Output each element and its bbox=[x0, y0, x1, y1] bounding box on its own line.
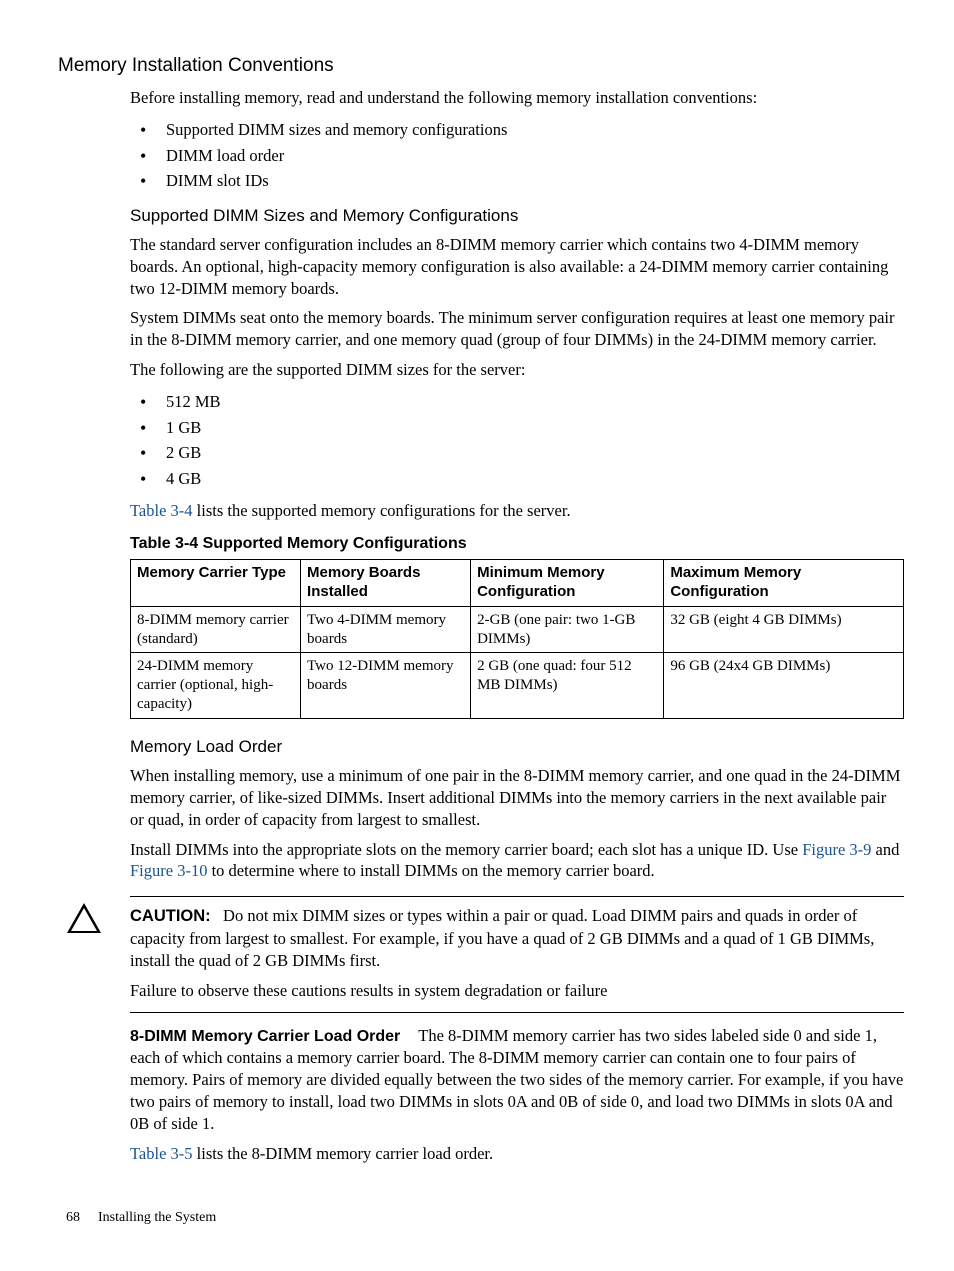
cell: 8-DIMM memory carrier (standard) bbox=[131, 606, 301, 653]
col-header: Minimum Memory Configuration bbox=[471, 560, 664, 607]
intro-bullet-list: Supported DIMM sizes and memory configur… bbox=[130, 117, 904, 194]
col-header: Maximum Memory Configuration bbox=[664, 560, 904, 607]
cell: 2 GB (one quad: four 512 MB DIMMs) bbox=[471, 653, 664, 718]
list-item: 4 GB bbox=[130, 466, 904, 492]
list-item: 512 MB bbox=[130, 389, 904, 415]
caution-paragraph: Failure to observe these cautions result… bbox=[130, 980, 904, 1002]
list-item: DIMM load order bbox=[130, 143, 904, 169]
list-item: DIMM slot IDs bbox=[130, 168, 904, 194]
cell: Two 4-DIMM memory boards bbox=[301, 606, 471, 653]
supported-memory-config-table: Memory Carrier Type Memory Boards Instal… bbox=[130, 559, 904, 718]
caution-paragraph: CAUTION: Do not mix DIMM sizes or types … bbox=[130, 905, 904, 972]
table-3-4-link[interactable]: Table 3-4 bbox=[130, 501, 193, 520]
figure-3-9-link[interactable]: Figure 3-9 bbox=[802, 840, 871, 859]
subsection-heading-load-order: Memory Load Order bbox=[130, 737, 904, 757]
body-text: When installing memory, use a minimum of… bbox=[130, 765, 904, 831]
page-footer: 68 Installing the System bbox=[66, 1210, 216, 1226]
cell: 2-GB (one pair: two 1-GB DIMMs) bbox=[471, 606, 664, 653]
table-caption: Table 3-4 Supported Memory Configuration… bbox=[130, 535, 904, 553]
table-header-row: Memory Carrier Type Memory Boards Instal… bbox=[131, 560, 904, 607]
list-item: Supported DIMM sizes and memory configur… bbox=[130, 117, 904, 143]
figure-3-10-link[interactable]: Figure 3-10 bbox=[130, 861, 207, 880]
list-item: 2 GB bbox=[130, 440, 904, 466]
body-text: Install DIMMs into the appropriate slots… bbox=[130, 839, 904, 883]
col-header: Memory Carrier Type bbox=[131, 560, 301, 607]
dimm-sizes-list: 512 MB 1 GB 2 GB 4 GB bbox=[130, 389, 904, 491]
caution-label: CAUTION: bbox=[130, 907, 211, 925]
table-3-5-link[interactable]: Table 3-5 bbox=[130, 1144, 193, 1163]
body-text: Table 3-5 lists the 8-DIMM memory carrie… bbox=[130, 1143, 904, 1165]
caution-triangle-icon bbox=[67, 903, 101, 933]
body-text: Table 3-4 lists the supported memory con… bbox=[130, 500, 904, 522]
body-text: 8-DIMM Memory Carrier Load OrderThe 8-DI… bbox=[130, 1025, 904, 1135]
caution-block: CAUTION: Do not mix DIMM sizes or types … bbox=[130, 896, 904, 1013]
caution-text: Do not mix DIMM sizes or types within a … bbox=[130, 906, 874, 970]
cell: 32 GB (eight 4 GB DIMMs) bbox=[664, 606, 904, 653]
cell: 24-DIMM memory carrier (optional, high-c… bbox=[131, 653, 301, 718]
body-text: The following are the supported DIMM siz… bbox=[130, 359, 904, 381]
text-span: lists the supported memory configuration… bbox=[193, 501, 571, 520]
table-row: 24-DIMM memory carrier (optional, high-c… bbox=[131, 653, 904, 718]
inline-heading-8dimm: 8-DIMM Memory Carrier Load Order bbox=[130, 1028, 400, 1045]
section-heading: Memory Installation Conventions bbox=[58, 55, 904, 77]
text-span: Install DIMMs into the appropriate slots… bbox=[130, 840, 802, 859]
subsection-heading-supported: Supported DIMM Sizes and Memory Configur… bbox=[130, 206, 904, 226]
text-span: lists the 8-DIMM memory carrier load ord… bbox=[193, 1144, 494, 1163]
cell: 96 GB (24x4 GB DIMMs) bbox=[664, 653, 904, 718]
text-span: to determine where to install DIMMs on t… bbox=[207, 861, 654, 880]
cell: Two 12-DIMM memory boards bbox=[301, 653, 471, 718]
intro-paragraph: Before installing memory, read and under… bbox=[130, 87, 904, 109]
table-row: 8-DIMM memory carrier (standard) Two 4-D… bbox=[131, 606, 904, 653]
col-header: Memory Boards Installed bbox=[301, 560, 471, 607]
body-text: System DIMMs seat onto the memory boards… bbox=[130, 307, 904, 351]
text-span: and bbox=[871, 840, 899, 859]
footer-title: Installing the System bbox=[98, 1210, 216, 1225]
body-text: The standard server configuration includ… bbox=[130, 234, 904, 300]
list-item: 1 GB bbox=[130, 415, 904, 441]
page-number: 68 bbox=[66, 1210, 80, 1225]
